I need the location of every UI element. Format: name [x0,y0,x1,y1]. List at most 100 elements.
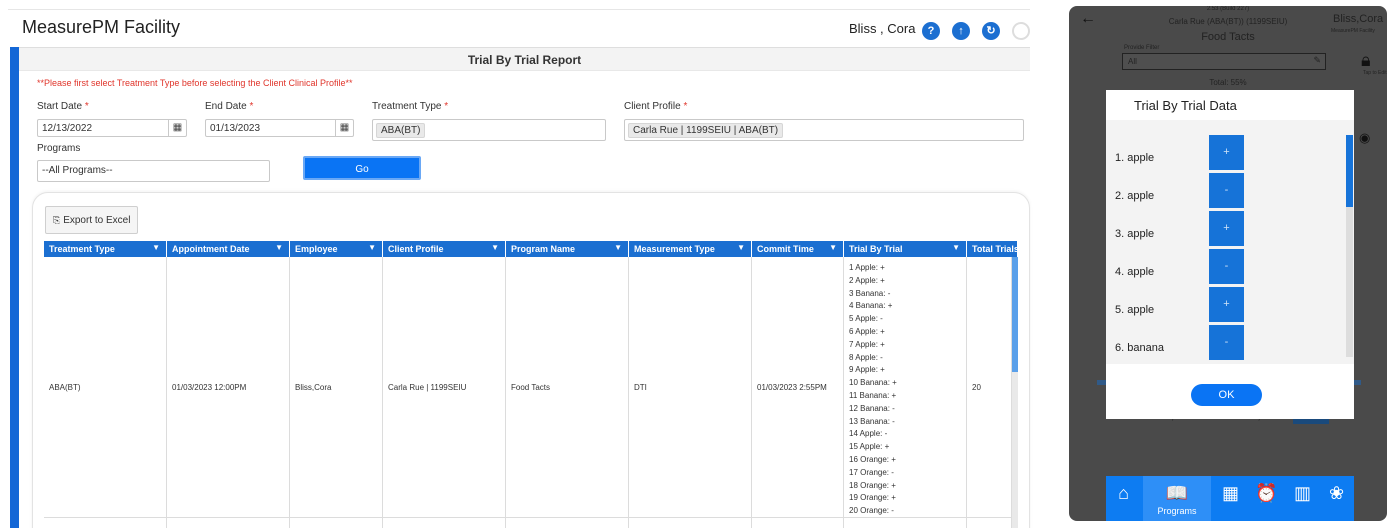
filter-icon[interactable]: ▼ [829,243,837,252]
col-header-total-trials[interactable]: Total Trials [967,241,1018,257]
filter-icon[interactable]: ▼ [737,243,745,252]
client-profile-label: Client Profile * [624,101,688,112]
trial-line: 1 Apple: + [849,263,885,272]
bottom-nav: ⌂ 📖 Programs ▦ ⏰ ▥ ❀ [1106,476,1354,521]
trial-line: 5 Apple: - [849,314,883,324]
program-title: Food Tacts [1201,31,1255,43]
filter-label: Provide Filter [1124,45,1160,51]
version-text: 2.53 (Build 227) [1206,6,1250,12]
col-header-client-profile[interactable]: Client Profile ▼ [383,241,506,257]
table-cell: 01/03/2023 2:55PM [752,257,844,528]
table-cell: Bliss,Cora [290,257,383,528]
excel-icon: ⎘ [53,215,61,225]
nav-chart[interactable]: ▥ [1285,476,1320,521]
start-date-label: Start Date * [37,101,89,112]
trial-label: 3. apple [1115,228,1155,240]
nav-home[interactable]: ⌂ [1106,476,1141,521]
web-report-window: MeasurePM Facility Bliss , Cora ? ↑ ↻ Tr… [0,0,1040,528]
user-name[interactable]: Bliss , Cora [849,21,915,36]
refresh-icon[interactable]: ↻ [982,22,1000,40]
col-header-program-name[interactable]: Program Name ▼ [506,241,629,257]
table-cell: Food Tacts [506,257,629,528]
filter-icon[interactable]: ▼ [491,243,499,252]
start-date-input[interactable]: 12/13/2022 ▦ [37,119,187,137]
go-button[interactable]: Go [303,156,421,180]
trial-line: 13 Banana: - [849,416,895,426]
filter-icon[interactable]: ▼ [614,243,622,252]
modal-body: 1. apple + 2. apple - 3. apple + 4. appl… [1106,120,1354,364]
treatment-type-label: Treatment Type * [372,101,449,112]
trial-line: 10 Banana: + [849,378,897,388]
col-header-trial-by-trial[interactable]: Trial By Trial ▼ [844,241,967,257]
trial-line: 4 Banana: + [849,301,893,311]
grid-scrollbar[interactable] [1012,257,1018,528]
programs-label: Programs [37,143,81,154]
col-header-commit-time[interactable]: Commit Time ▼ [752,241,844,257]
trial-toggle-button[interactable]: + [1209,287,1244,322]
trial-line: 12 Banana: - [849,403,895,413]
client-profile-chip[interactable]: Carla Rue | 1199SEIU | ABA(BT) [628,123,784,138]
trial-data-modal: Trial By Trial Data 1. apple + 2. apple … [1106,90,1354,419]
modal-scrollbar[interactable] [1346,135,1353,357]
trial-line: 7 Apple: + [849,339,885,349]
row-divider [44,517,1018,518]
left-accent-bar [10,47,19,528]
programs-select[interactable]: --All Programs-- [37,160,270,182]
top-divider [8,9,1030,10]
table-cell: 20 [967,257,1012,528]
pencil-icon[interactable]: ✎ [1313,55,1321,66]
ok-button[interactable]: OK [1191,384,1262,406]
filter-icon[interactable]: ▼ [368,243,376,252]
trial-line: 14 Apple: - [849,429,888,439]
treatment-type-select[interactable]: ABA(BT) [372,119,606,141]
filter-field[interactable]: All ✎ [1122,53,1326,70]
table-cell: ABA(BT) [44,257,167,528]
col-header-employee[interactable]: Employee ▼ [290,241,383,257]
nav-programs[interactable]: 📖 Programs [1143,476,1211,521]
book-icon: 📖 [1165,483,1189,503]
scrollbar-thumb[interactable] [1012,257,1018,372]
total-text: Total: 55% [1209,78,1247,87]
treatment-type-chip[interactable]: ABA(BT) [376,123,426,138]
filter-icon[interactable]: ▼ [275,243,283,252]
trial-line: 18 Orange: + [849,480,896,490]
col-header-appointment-date[interactable]: Appointment Date ▼ [167,241,290,257]
trial-line: 2 Apple: + [849,275,885,285]
headset-icon[interactable] [1012,22,1030,40]
trial-line: 9 Apple: + [849,365,885,375]
scrollbar-thumb[interactable] [1346,135,1353,207]
trial-line: 6 Apple: + [849,326,885,336]
help-icon[interactable]: ? [922,22,940,40]
filter-icon[interactable]: ▼ [952,243,960,252]
filter-icon[interactable]: ▼ [152,243,160,252]
growth-icon: ❀ [1328,483,1345,503]
trial-label: 1. apple [1115,152,1155,164]
eye-icon[interactable]: ◉ [1359,130,1370,146]
home-icon: ⌂ [1118,483,1129,503]
trial-toggle-button[interactable]: - [1209,325,1244,360]
calendar-icon[interactable]: ▦ [168,119,186,137]
tap-to-edit-text: Tap to Edit [1363,70,1387,76]
tablet-user-name: Bliss,Cora [1333,13,1384,25]
trial-toggle-button[interactable]: + [1209,211,1244,246]
report-title-bar: Trial By Trial Report [19,47,1030,71]
col-header-measurement-type[interactable]: Measurement Type ▼ [629,241,752,257]
nav-store[interactable]: ▦ [1213,476,1248,521]
export-to-excel-button[interactable]: ⎘ Export to Excel [45,206,138,234]
nav-growth[interactable]: ❀ [1319,476,1354,521]
nav-alarm[interactable]: ⏰ [1249,476,1284,521]
alarm-clock-icon: ⏰ [1255,483,1278,503]
upload-icon[interactable]: ↑ [952,22,970,40]
col-header-treatment-type[interactable]: Treatment Type ▼ [44,241,167,257]
lock-icon[interactable]: 🔒︎ [1361,50,1371,71]
trial-line: 11 Banana: + [849,390,897,400]
trial-list-cell: 1 Apple: + 2 Apple: + 3 Banana: - 4 Banana:… [844,257,967,528]
trial-toggle-button[interactable]: - [1209,173,1244,208]
app-title: MeasurePM Facility [22,17,181,37]
trial-toggle-button[interactable]: + [1209,135,1244,170]
end-date-input[interactable]: 01/13/2023 ▦ [205,119,354,137]
client-profile-select[interactable]: Carla Rue | 1199SEIU | ABA(BT) [624,119,1024,141]
end-date-label: End Date * [205,101,254,112]
trial-toggle-button[interactable]: - [1209,249,1244,284]
calendar-icon[interactable]: ▦ [335,119,353,137]
